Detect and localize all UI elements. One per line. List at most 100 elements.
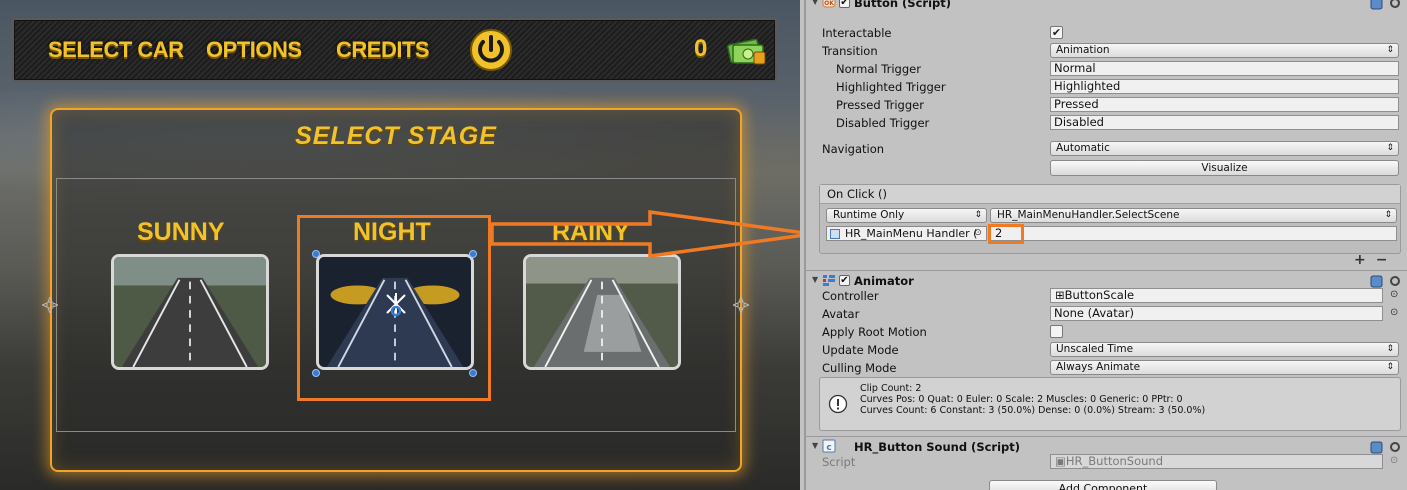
svg-text:OK: OK: [824, 0, 834, 7]
stage-button-sunny[interactable]: [111, 254, 269, 370]
resize-handle[interactable]: [312, 369, 320, 377]
remove-event-button[interactable]: −: [1376, 252, 1398, 268]
credits-button[interactable]: CREDITS: [336, 37, 430, 63]
script-label: Script: [822, 455, 856, 469]
stage-button-rainy[interactable]: [523, 254, 681, 370]
script-field: ▣HR_ButtonSound: [1050, 454, 1383, 469]
svg-text:c: c: [826, 443, 831, 453]
object-picker-icon: ⊙: [1390, 455, 1399, 466]
button-component-header[interactable]: ▼ OK ✔ Button (Script): [806, 0, 1407, 13]
inspector-panel: ▼ OK ✔ Button (Script) Interactable ✔ Tr…: [804, 0, 1407, 490]
update-mode-dropdown[interactable]: Unscaled Time ⇕: [1050, 342, 1399, 357]
animator-info-box: Clip Count: 2 Curves Pos: 0 Quat: 0 Eule…: [819, 377, 1401, 431]
fold-arrow-icon[interactable]: ▼: [812, 275, 818, 284]
component-title: Button (Script): [854, 0, 951, 10]
dropdown-arrow-icon: ⇕: [974, 210, 982, 220]
component-title: HR_Button Sound (Script): [854, 440, 1021, 454]
function-dropdown[interactable]: HR_MainMenuHandler.SelectScene ⇕: [990, 208, 1397, 223]
interactable-row: Interactable ✔: [806, 24, 1407, 42]
coin-count: 0: [694, 35, 708, 62]
normal-trigger-row: Normal Trigger Normal: [806, 60, 1407, 78]
controller-value: ButtonScale: [1064, 288, 1135, 302]
money-icon: [727, 38, 766, 65]
add-event-button[interactable]: +: [1354, 252, 1376, 268]
navigation-value: Automatic: [1056, 142, 1110, 154]
dropdown-arrow-icon: ⇕: [1386, 45, 1394, 55]
avatar-label: Avatar: [822, 307, 860, 321]
road-image: [526, 257, 678, 367]
pressed-trigger-row: Pressed Trigger Pressed: [806, 96, 1407, 114]
fold-arrow-icon[interactable]: ▼: [812, 0, 818, 6]
controller-label: Controller: [822, 289, 879, 303]
argument-highlight: [988, 224, 1024, 244]
info-line: Curves Count: 6 Constant: 3 (50.0%) Dens…: [860, 405, 1206, 416]
animator-icon: [823, 275, 835, 286]
avatar-field[interactable]: None (Avatar): [1050, 306, 1383, 321]
resize-handle[interactable]: [312, 250, 320, 258]
power-icon[interactable]: [469, 28, 513, 72]
update-mode-label: Update Mode: [822, 343, 899, 357]
visualize-button[interactable]: Visualize: [1050, 160, 1399, 176]
culling-mode-dropdown[interactable]: Always Animate ⇕: [1050, 360, 1399, 375]
highlighted-trigger-field[interactable]: Highlighted: [1050, 79, 1399, 94]
dropdown-arrow-icon: ⇕: [1386, 143, 1394, 153]
target-object-value: HR_MainMenu Handler (: [845, 227, 978, 240]
controller-field[interactable]: ⊞ButtonScale: [1050, 288, 1383, 303]
game-view: SELECT CAR OPTIONS CREDITS 0 SELECT STAG…: [0, 0, 800, 490]
object-picker-icon[interactable]: ⊙: [1390, 308, 1400, 318]
pressed-trigger-label: Pressed Trigger: [836, 98, 924, 112]
script-file-icon: ▣: [1055, 454, 1066, 468]
highlighted-trigger-row: Highlighted Trigger Highlighted: [806, 78, 1407, 96]
resize-handle[interactable]: [469, 369, 477, 377]
transition-value: Animation: [1056, 44, 1110, 56]
fold-arrow-icon[interactable]: ▼: [812, 441, 818, 450]
controller-row: Controller ⊞ButtonScale ⊙: [806, 287, 1407, 305]
component-enabled-checkbox[interactable]: ✔: [839, 275, 850, 286]
options-button[interactable]: OPTIONS: [206, 37, 302, 63]
anchor-icon: [733, 297, 749, 313]
culling-mode-label: Culling Mode: [822, 361, 897, 375]
transition-dropdown[interactable]: Animation ⇕: [1050, 43, 1399, 58]
normal-trigger-field[interactable]: Normal: [1050, 61, 1399, 76]
script-value: HR_ButtonSound: [1065, 454, 1163, 468]
info-line: Curves Pos: 0 Quat: 0 Euler: 0 Scale: 2 …: [860, 394, 1183, 405]
pressed-trigger-field[interactable]: Pressed: [1050, 97, 1399, 112]
divider: [806, 436, 1407, 437]
pivot-icon[interactable]: [383, 291, 409, 317]
interactable-checkbox[interactable]: ✔: [1050, 26, 1063, 39]
event-add-remove: +−: [1354, 252, 1404, 268]
info-icon: [828, 394, 848, 414]
navigation-dropdown[interactable]: Automatic ⇕: [1050, 141, 1399, 156]
apply-root-motion-checkbox[interactable]: [1050, 325, 1063, 338]
select-car-button[interactable]: SELECT CAR: [48, 37, 184, 63]
component-title: Animator: [854, 274, 914, 288]
script-row: Script ▣HR_ButtonSound ⊙: [806, 453, 1407, 471]
navigation-row: Navigation Automatic ⇕: [806, 140, 1407, 158]
disabled-trigger-field[interactable]: Disabled: [1050, 115, 1399, 130]
update-mode-value: Unscaled Time: [1056, 343, 1134, 355]
annotation-arrow: [490, 209, 800, 258]
apply-root-motion-row: Apply Root Motion: [806, 323, 1407, 341]
dropdown-arrow-icon: ⇕: [1386, 362, 1394, 372]
stage-label-sunny: SUNNY: [137, 218, 225, 246]
dropdown-arrow-icon: ⇕: [1384, 210, 1392, 220]
top-menu-bar: SELECT CAR OPTIONS CREDITS 0: [12, 18, 777, 82]
info-line: Clip Count: 2: [860, 383, 922, 394]
on-click-header: On Click (): [820, 185, 1400, 204]
object-picker-icon[interactable]: ⊙: [972, 228, 984, 239]
object-picker-icon[interactable]: ⊙: [1390, 290, 1400, 300]
highlighted-trigger-label: Highlighted Trigger: [836, 80, 946, 94]
navigation-label: Navigation: [822, 142, 885, 156]
animator-controller-icon: ⊞: [1055, 288, 1065, 302]
runtime-dropdown[interactable]: Runtime Only ⇕: [826, 208, 987, 223]
add-component-button[interactable]: Add Component: [989, 480, 1217, 490]
apply-root-motion-label: Apply Root Motion: [822, 325, 927, 339]
argument-field[interactable]: 2: [990, 226, 1397, 241]
target-object-field[interactable]: HR_MainMenu Handler ( ⊙: [826, 226, 987, 241]
runtime-value: Runtime Only: [833, 209, 905, 221]
component-settings-icon[interactable]: [1369, 0, 1405, 11]
component-enabled-checkbox[interactable]: ✔: [839, 0, 850, 8]
divider: [806, 270, 1407, 271]
resize-handle[interactable]: [469, 250, 477, 258]
dropdown-arrow-icon: ⇕: [1386, 344, 1394, 354]
